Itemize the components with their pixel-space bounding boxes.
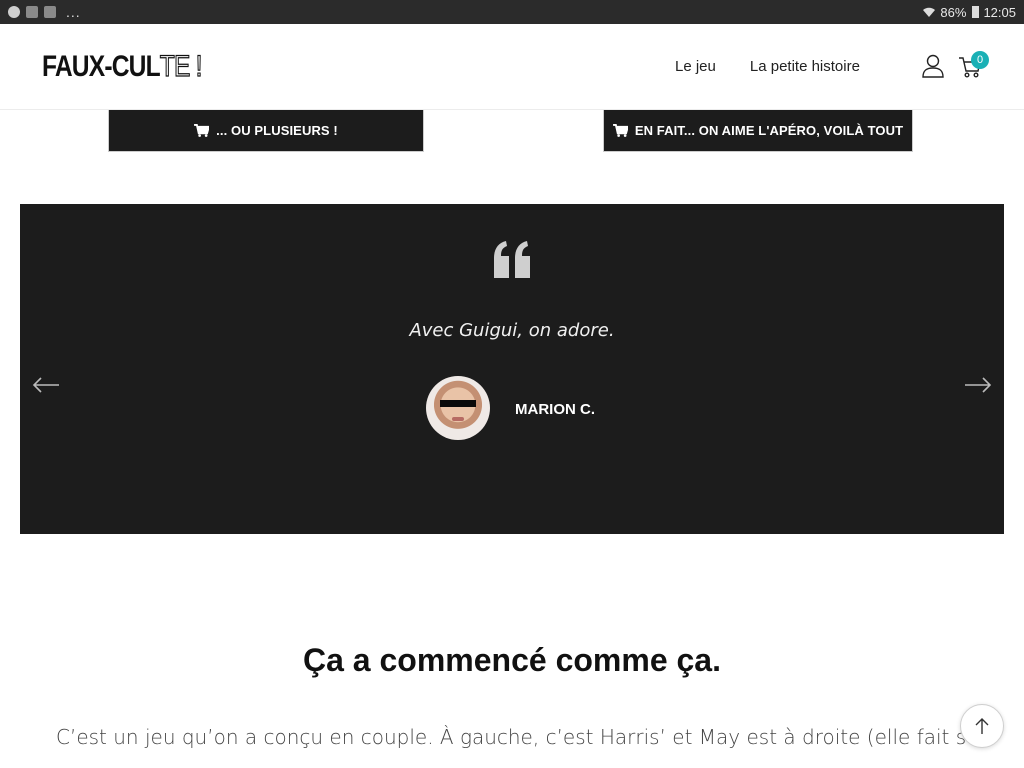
site-header: FAUX-CULTE ! Le jeu La petite histoire 0 — [0, 24, 1024, 110]
buy-multiple-button[interactable]: ... OU PLUSIEURS ! — [108, 110, 424, 152]
avatar — [426, 376, 490, 440]
app-icon — [44, 6, 56, 18]
testimonial-author: MARION C. — [515, 401, 595, 418]
wifi-icon — [923, 7, 936, 17]
user-account-icon[interactable] — [922, 54, 944, 78]
arrow-left-icon[interactable] — [32, 376, 60, 394]
buy-apero-label: EN FAIT... ON AIME L'APÉRO, VOILÀ TOUT — [634, 123, 904, 138]
cart-icon — [194, 124, 210, 137]
section-title: Ça a commencé comme ça. — [303, 642, 721, 678]
cart-icon — [612, 124, 628, 137]
avatar-mouth — [452, 417, 464, 421]
main-nav: Le jeu La petite histoire — [675, 58, 860, 75]
site-logo[interactable]: FAUX-CULTE ! — [42, 49, 203, 84]
testimonial-slider: Avec Guigui, on adore. MARION C. — [20, 204, 1004, 534]
logo-solid-text: FAUX-CUL — [42, 50, 161, 83]
battery-icon — [972, 6, 980, 18]
nav-item-le-jeu[interactable]: Le jeu — [675, 58, 716, 75]
status-bar-right: 86% 12:05 — [922, 5, 1016, 20]
battery-percent: 86% — [940, 4, 967, 20]
nav-item-petite-histoire[interactable]: La petite histoire — [750, 58, 860, 75]
quote-icon — [494, 241, 530, 278]
notification-icon — [8, 6, 20, 18]
cart-count-badge: 0 — [971, 51, 989, 69]
app-icon — [26, 6, 38, 18]
buy-apero-button[interactable]: EN FAIT... ON AIME L'APÉRO, VOILÀ TOUT — [603, 110, 913, 152]
logo-outline-text: TE ! — [159, 49, 203, 83]
status-bar-left: ... — [8, 4, 81, 20]
testimonial-quote: Avec Guigui, on adore. — [409, 320, 615, 341]
arrow-up-icon — [975, 718, 989, 734]
arrow-right-icon[interactable] — [964, 376, 992, 394]
buy-multiple-label: ... OU PLUSIEURS ! — [216, 123, 338, 138]
clock: 12:05 — [983, 4, 1016, 20]
status-bar: ... 86% 12:05 — [0, 0, 1024, 24]
back-to-top-button[interactable] — [960, 704, 1004, 748]
avatar-censor-bar — [440, 400, 476, 407]
section-body: C’est un jeu qu’on a conçu en couple. À … — [56, 725, 976, 749]
status-overflow: ... — [66, 4, 81, 20]
